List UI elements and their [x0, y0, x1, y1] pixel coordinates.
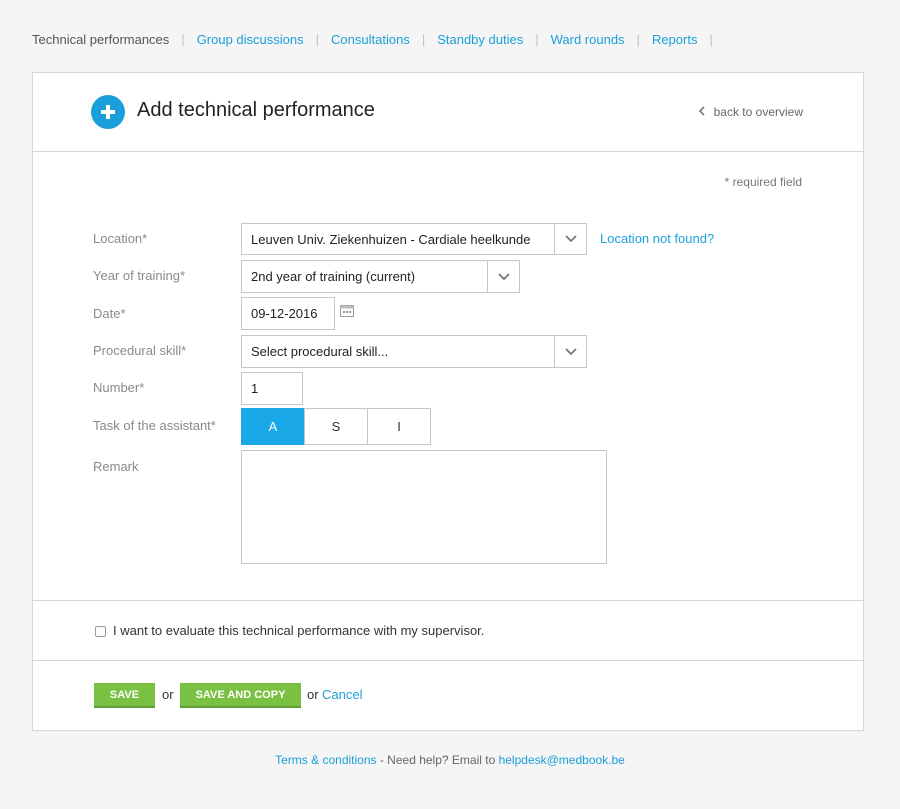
remark-label: Remark: [93, 459, 139, 474]
nav-ward-rounds[interactable]: Ward rounds: [551, 32, 625, 47]
number-label: Number*: [93, 380, 145, 395]
divider: [33, 660, 863, 661]
task-label: Task of the assistant*: [93, 418, 216, 433]
footer: Terms & conditions - Need help? Email to…: [0, 753, 900, 767]
location-not-found-link[interactable]: Location not found?: [600, 231, 714, 246]
required-field-note: * required field: [724, 175, 802, 189]
task-option-a[interactable]: A: [241, 408, 305, 445]
procedural-skill-select[interactable]: Select procedural skill...: [241, 335, 587, 368]
or-text: or: [307, 687, 319, 702]
chevron-down-icon[interactable]: [554, 224, 586, 254]
nav-reports[interactable]: Reports: [652, 32, 698, 47]
year-of-training-select[interactable]: 2nd year of training (current): [241, 260, 520, 293]
terms-link[interactable]: Terms & conditions: [275, 753, 376, 767]
chevron-down-icon[interactable]: [487, 261, 519, 292]
year-value: 2nd year of training (current): [251, 269, 416, 284]
nav-separator: |: [535, 31, 539, 47]
task-option-i[interactable]: I: [367, 408, 431, 445]
nav-consultations[interactable]: Consultations: [331, 32, 410, 47]
evaluate-checkbox[interactable]: [95, 626, 106, 637]
nav-group-discussions[interactable]: Group discussions: [197, 32, 304, 47]
or-text: or: [162, 687, 174, 702]
helpdesk-email-link[interactable]: helpdesk@medbook.be: [499, 753, 625, 767]
year-label: Year of training*: [93, 268, 186, 283]
location-value: Leuven Univ. Ziekenhuizen - Cardiale hee…: [251, 231, 531, 247]
chevron-left-icon: [698, 105, 705, 119]
task-segmented-control: A S I: [241, 408, 431, 445]
divider: [33, 600, 863, 601]
page-title: Add technical performance: [137, 99, 375, 121]
save-button[interactable]: SAVE: [94, 683, 155, 708]
nav-separator: |: [315, 31, 320, 47]
date-value: 09-12-2016: [251, 306, 318, 321]
calendar-icon[interactable]: [340, 304, 354, 322]
back-to-overview-link[interactable]: back to overview: [698, 105, 803, 119]
back-label: back to overview: [713, 105, 803, 119]
help-text: - Need help? Email to: [376, 753, 499, 767]
remark-textarea[interactable]: [241, 450, 607, 564]
location-label: Location*: [93, 231, 148, 246]
location-select[interactable]: Leuven Univ. Ziekenhuizen - Cardiale hee…: [241, 223, 587, 255]
number-input[interactable]: 1: [241, 372, 303, 405]
nav-separator: |: [709, 31, 713, 47]
form-card: Add technical performance back to overvi…: [32, 72, 864, 731]
nav-standby-duties[interactable]: Standby duties: [437, 32, 523, 47]
cancel-link[interactable]: Cancel: [322, 687, 362, 702]
procedural-skill-value: Select procedural skill...: [251, 344, 389, 359]
date-input[interactable]: 09-12-2016: [241, 297, 335, 330]
top-navigation: Technical performances | Group discussio…: [32, 31, 725, 47]
nav-separator: |: [181, 31, 185, 47]
plus-circle-icon: [91, 95, 125, 129]
date-label: Date*: [93, 306, 126, 321]
save-and-copy-button[interactable]: SAVE AND COPY: [180, 683, 301, 708]
evaluate-label[interactable]: I want to evaluate this technical perfor…: [113, 623, 484, 638]
number-value: 1: [251, 381, 259, 396]
nav-separator: |: [636, 31, 640, 47]
chevron-down-icon[interactable]: [554, 336, 586, 367]
nav-technical-performances[interactable]: Technical performances: [32, 32, 169, 47]
card-header: Add technical performance back to overvi…: [33, 73, 863, 152]
procedural-skill-label: Procedural skill*: [93, 343, 187, 358]
task-option-s[interactable]: S: [304, 408, 368, 445]
nav-separator: |: [421, 31, 426, 47]
